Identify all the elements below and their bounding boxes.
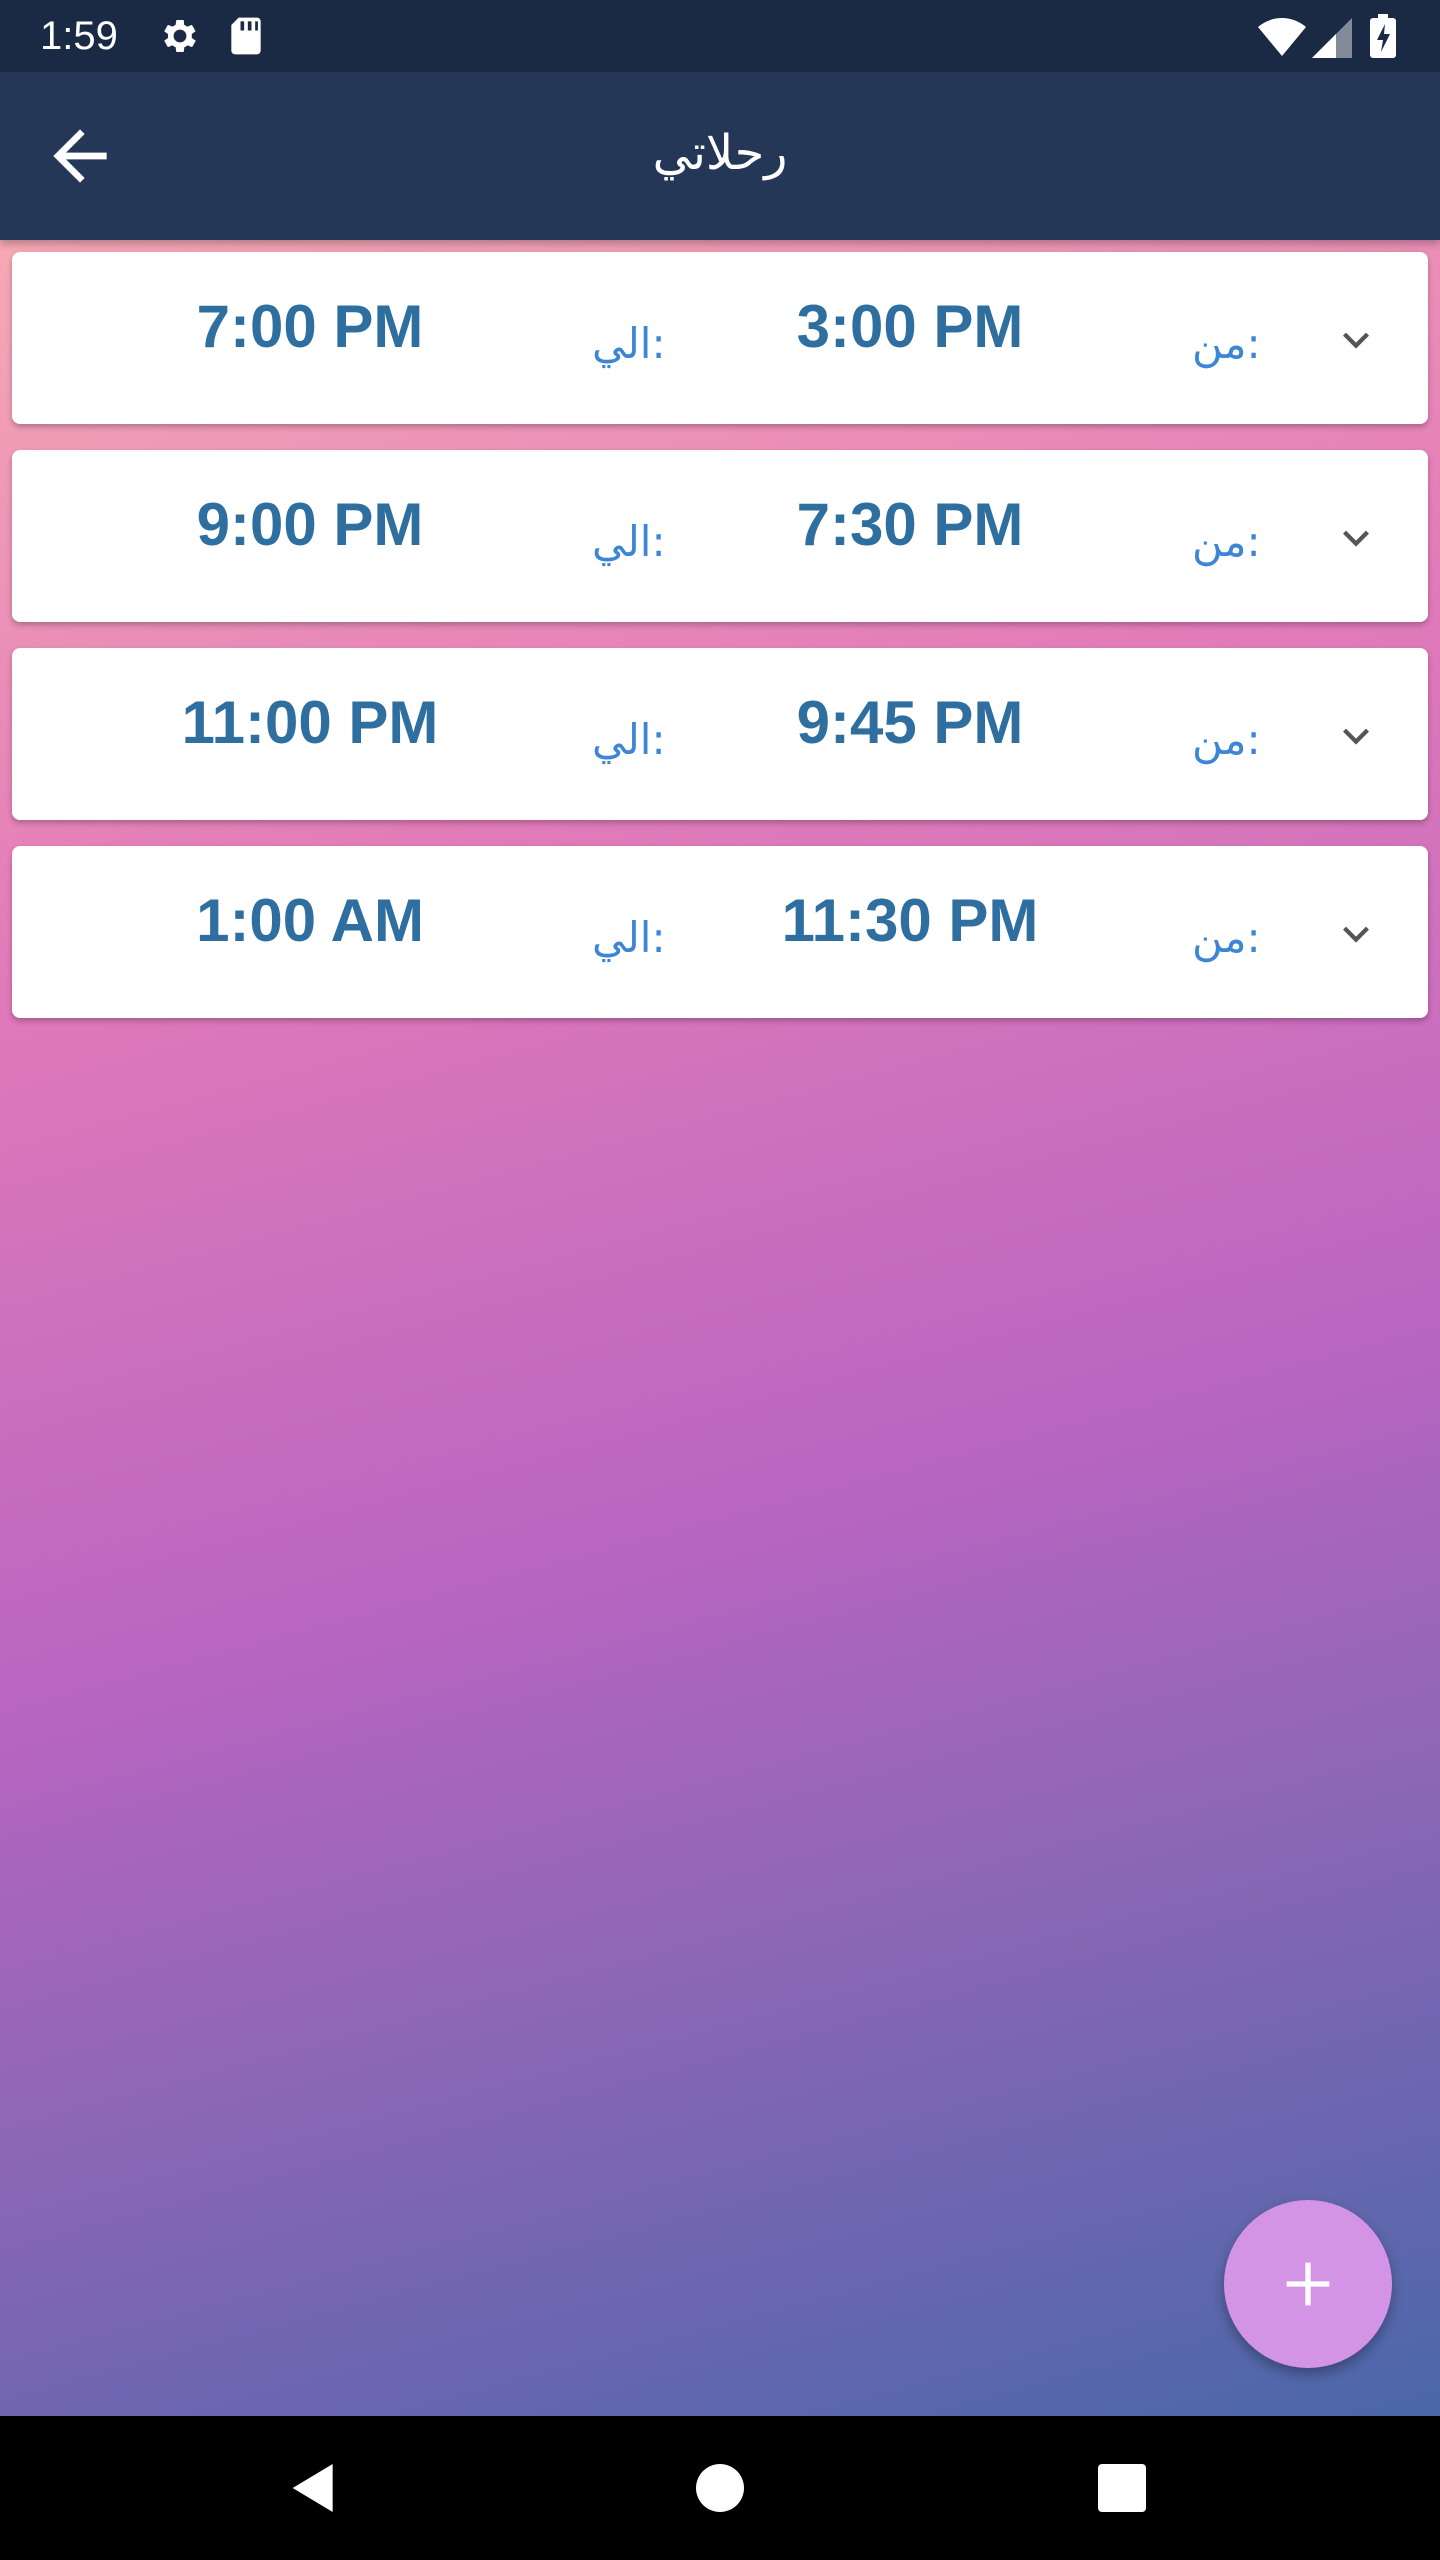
wifi-icon: [1258, 18, 1306, 56]
trip-to-time: 11:00 PM: [181, 689, 439, 756]
trip-from-label: من:: [1192, 913, 1261, 962]
page-title: رحلاتي: [652, 125, 788, 181]
trip-list: 7:00 PM الي: 3:00 PM من: 9:00 PM الي: 7:…: [0, 240, 1440, 2416]
nav-back-icon[interactable]: [282, 2456, 346, 2520]
trip-card[interactable]: 1:00 AM الي: 11:30 PM من:: [12, 846, 1428, 1018]
nav-home-icon[interactable]: [688, 2456, 752, 2520]
nav-recents-icon[interactable]: [1090, 2456, 1154, 2520]
chevron-down-icon[interactable]: [1330, 908, 1382, 960]
chevron-down-icon[interactable]: [1330, 710, 1382, 762]
trip-to-label: الي:: [592, 715, 666, 764]
trip-card[interactable]: 9:00 PM الي: 7:30 PM من:: [12, 450, 1428, 622]
chevron-down-icon[interactable]: [1330, 314, 1382, 366]
status-bar: 1:59: [0, 0, 1440, 72]
app-bar: رحلاتي: [0, 72, 1440, 240]
trip-to-time: 1:00 AM: [196, 887, 424, 954]
trip-from-label: من:: [1192, 715, 1261, 764]
sd-card-icon: [231, 17, 261, 55]
trip-from-time: 11:30 PM: [781, 887, 1039, 954]
gear-icon: [164, 20, 196, 52]
trip-to-label: الي:: [592, 319, 666, 368]
status-time: 1:59: [40, 14, 118, 58]
trip-from-time: 7:30 PM: [796, 491, 1024, 558]
battery-charging-icon: [1370, 14, 1396, 58]
trip-to-time: 7:00 PM: [196, 293, 424, 360]
plus-icon: [1286, 2262, 1330, 2306]
trip-from-time: 9:45 PM: [796, 689, 1024, 756]
signal-icon: [1312, 18, 1352, 58]
trip-from-label: من:: [1192, 517, 1261, 566]
chevron-down-icon[interactable]: [1330, 512, 1382, 564]
trip-to-label: الي:: [592, 517, 666, 566]
trip-card[interactable]: 11:00 PM الي: 9:45 PM من:: [12, 648, 1428, 820]
trip-card[interactable]: 7:00 PM الي: 3:00 PM من:: [12, 252, 1428, 424]
trip-from-label: من:: [1192, 319, 1261, 368]
system-nav-bar: [0, 2416, 1440, 2560]
trip-to-time: 9:00 PM: [196, 491, 424, 558]
trip-to-label: الي:: [592, 913, 666, 962]
trip-from-time: 3:00 PM: [796, 293, 1024, 360]
add-trip-button[interactable]: [1224, 2200, 1392, 2368]
